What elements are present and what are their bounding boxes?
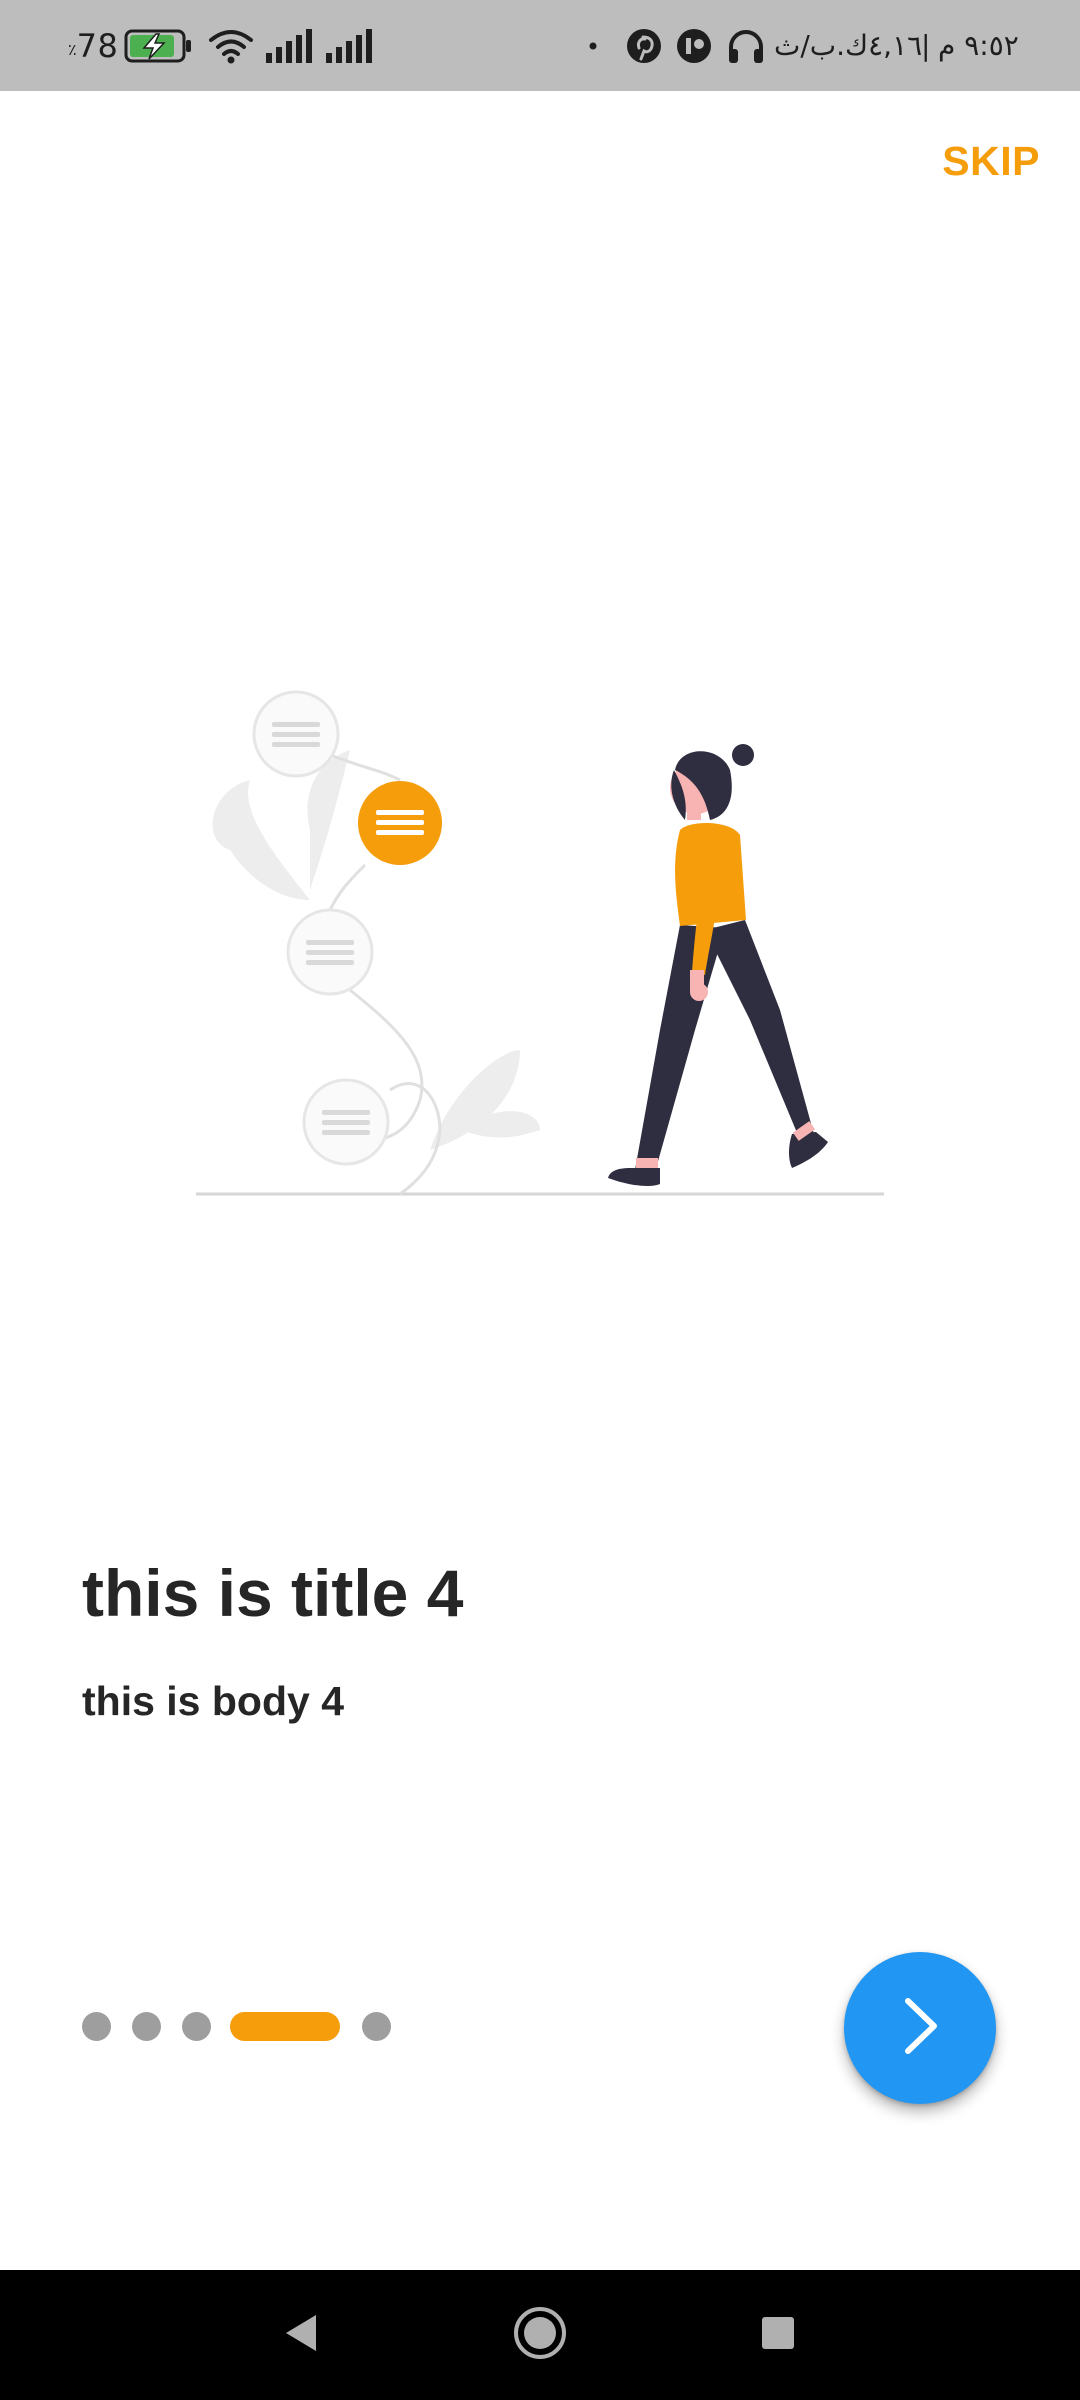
page-dot[interactable]	[182, 2012, 211, 2041]
percent-sign: ٪	[68, 40, 77, 59]
page-dot-active[interactable]	[230, 2012, 340, 2041]
page-dot[interactable]	[362, 2012, 391, 2041]
onboarding-illustration	[190, 670, 900, 1210]
signal-icon	[326, 0, 378, 91]
network-speed: ٤,١٦ك.ب/ث	[774, 29, 923, 62]
next-button[interactable]	[844, 1952, 996, 2104]
battery-percent: ٪ 78	[68, 26, 119, 65]
app-icon	[676, 0, 712, 91]
back-icon	[280, 2311, 320, 2360]
dot-icon	[589, 0, 597, 91]
page-title: this is title 4	[82, 1556, 464, 1630]
navigation-bar	[0, 2270, 1080, 2400]
recents-button[interactable]	[718, 2270, 838, 2400]
headphones-icon	[726, 0, 766, 91]
woman-figure	[608, 744, 828, 1186]
clock: ٩:٥٢ م	[938, 29, 1019, 62]
back-button[interactable]	[240, 2270, 360, 2400]
wifi-icon	[208, 0, 254, 91]
page-body: this is body 4	[82, 1678, 344, 1724]
chevron-right-icon	[892, 1995, 948, 2062]
pinterest-icon	[626, 0, 662, 91]
recents-icon	[760, 2315, 796, 2356]
signal-icon	[266, 0, 318, 91]
status-separator: |	[921, 29, 931, 62]
page-dot[interactable]	[132, 2012, 161, 2041]
battery-charging-icon	[124, 0, 194, 91]
status-bar: ٪ 78 ٤,١٦ك.ب/ث | ٩:٥٢ م	[0, 0, 1080, 91]
home-button[interactable]	[480, 2270, 600, 2400]
page-dot[interactable]	[82, 2012, 111, 2041]
home-icon	[512, 2305, 568, 2366]
skip-button[interactable]: SKIP	[942, 138, 1040, 185]
